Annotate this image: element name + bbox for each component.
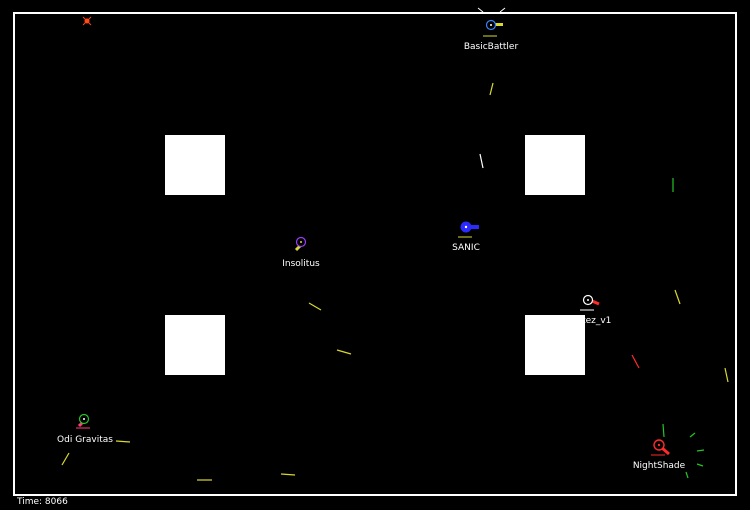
projectile xyxy=(689,432,696,438)
bot-cortez: Cortez_v1 xyxy=(567,294,612,326)
projectiles xyxy=(61,7,729,481)
obstacle-top-right xyxy=(525,135,585,195)
projectile xyxy=(696,463,704,467)
projectile xyxy=(280,473,296,476)
projectile xyxy=(685,471,689,479)
projectile xyxy=(499,7,506,13)
projectile xyxy=(308,302,322,311)
bot-insolitus: Insolitus xyxy=(282,236,320,269)
bot-sanic: SANIC xyxy=(452,221,480,253)
projectile xyxy=(696,449,705,452)
bot-name-label: NightShade xyxy=(633,461,686,471)
bot-name-label: SANIC xyxy=(452,243,480,253)
projectile xyxy=(724,367,729,383)
projectile xyxy=(662,423,665,438)
bot-name-label: Cortez_v1 xyxy=(567,316,612,326)
game-canvas: BasicBattler SANIC Insolitus Cortez_v1 O… xyxy=(13,7,737,496)
obstacle-bottom-left xyxy=(165,315,225,375)
projectile xyxy=(674,289,681,305)
bot-basicbattler: BasicBattler xyxy=(464,19,519,52)
projectile xyxy=(115,440,131,443)
projectile xyxy=(61,452,70,466)
arena-border xyxy=(13,12,737,496)
projectile xyxy=(477,7,484,13)
time-readout: Time: 8066 xyxy=(17,497,68,507)
explosion-marker xyxy=(82,16,92,26)
bot-name-label: Insolitus xyxy=(282,259,320,269)
projectile xyxy=(336,349,352,355)
bot-name-label: BasicBattler xyxy=(464,42,519,52)
projectile xyxy=(631,354,640,369)
projectile xyxy=(479,153,484,169)
bot-name-label: Odi Gravitas xyxy=(57,435,113,445)
projectile xyxy=(489,82,494,96)
obstacle-top-left xyxy=(165,135,225,195)
bot-odi-gravitas: Odi Gravitas xyxy=(57,413,113,445)
bot-nightshade: NightShade xyxy=(633,439,686,471)
